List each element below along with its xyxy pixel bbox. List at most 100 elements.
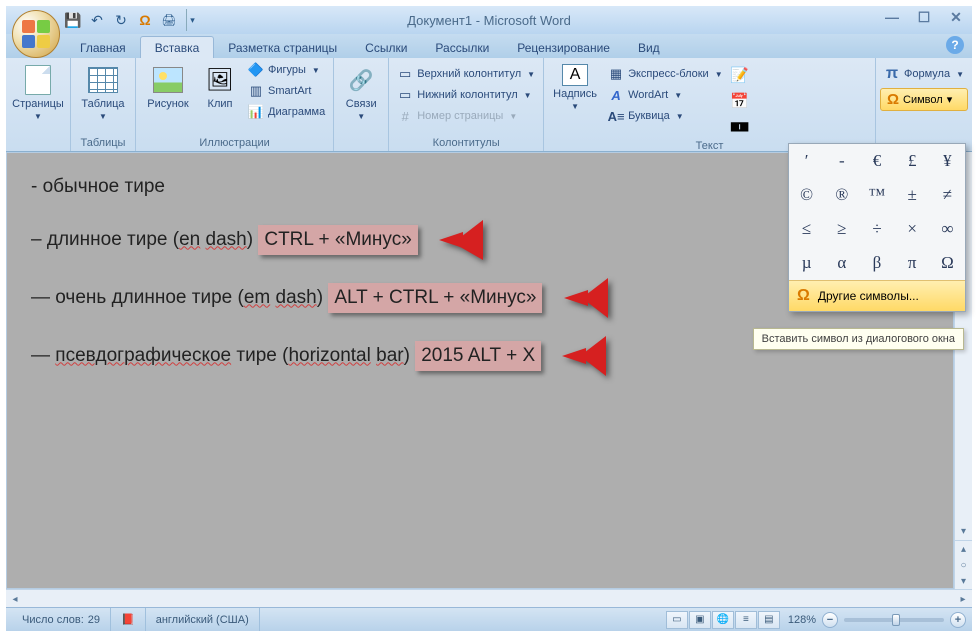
signature-line-button[interactable]: 📝 <box>729 64 751 86</box>
symbol-cell[interactable]: Ω <box>930 246 965 280</box>
symbol-cell[interactable]: ʹ <box>789 144 824 178</box>
t: очень длинное тире ( <box>55 287 244 308</box>
scroll-right-button[interactable]: ▸ <box>954 590 972 608</box>
t: тире ( <box>231 345 288 366</box>
symbol-cell[interactable]: ® <box>824 178 859 212</box>
table-button[interactable]: Таблица ▼ <box>75 60 131 125</box>
word-count[interactable]: Число слов: 29 <box>12 608 111 631</box>
symbol-cell[interactable]: π <box>895 246 930 280</box>
tab-home[interactable]: Главная <box>66 37 140 58</box>
scroll-down-button[interactable]: ▾ <box>955 522 972 540</box>
zoom-out-button[interactable]: − <box>822 612 838 628</box>
symbol-cell[interactable]: α <box>824 246 859 280</box>
pagenumber-button[interactable]: #Номер страницы▼ <box>393 106 539 126</box>
browse-object-button[interactable]: ○ <box>955 557 972 573</box>
maximize-button[interactable]: ☐ <box>912 8 936 26</box>
office-button[interactable] <box>12 10 60 58</box>
minimize-button[interactable]: — <box>880 8 904 26</box>
print-layout-view[interactable]: ▭ <box>666 611 688 629</box>
fullscreen-view[interactable]: ▣ <box>689 611 711 629</box>
symbol-qat-button[interactable]: Ω <box>134 9 156 31</box>
t: horizontal <box>288 345 370 366</box>
symbol-cell[interactable]: ± <box>895 178 930 212</box>
zoom-in-button[interactable]: + <box>950 612 966 628</box>
pages-button[interactable]: Страницы ▼ <box>10 60 66 125</box>
textbox-button[interactable]: A Надпись ▼ <box>548 60 602 115</box>
symbol-cell[interactable]: µ <box>789 246 824 280</box>
horizontal-scrollbar[interactable]: ◂ ▸ <box>6 589 972 607</box>
hscroll-track[interactable] <box>24 590 954 607</box>
symbol-cell[interactable]: ∞ <box>930 212 965 246</box>
red-arrow-icon <box>556 336 606 376</box>
footer-button[interactable]: ▭Нижний колонтитул▼ <box>393 85 539 105</box>
wordart-label: WordArt <box>628 89 668 101</box>
picture-icon <box>152 64 184 96</box>
clip-button[interactable]: 🖼 Клип <box>198 60 242 114</box>
chevron-down-icon: ▼ <box>357 112 365 121</box>
t: dash <box>276 287 317 308</box>
header-button[interactable]: ▭Верхний колонтитул▼ <box>393 64 539 84</box>
symbol-cell[interactable]: ≥ <box>824 212 859 246</box>
dropcap-button[interactable]: A≡Буквица▼ <box>604 106 727 126</box>
symbol-cell[interactable]: ≤ <box>789 212 824 246</box>
qat-customize-dropdown[interactable]: ▾ <box>186 9 198 31</box>
shortcut-ctrl-minus: CTRL + «Минус» <box>258 225 417 256</box>
chart-button[interactable]: 📊Диаграмма <box>244 102 329 122</box>
symbol-cell[interactable]: × <box>895 212 930 246</box>
tab-view[interactable]: Вид <box>624 37 674 58</box>
outline-view[interactable]: ≡ <box>735 611 757 629</box>
status-bar: Число слов: 29 📕 английский (США) ▭ ▣ 🌐 … <box>6 607 972 631</box>
equation-button[interactable]: πФормула▼ <box>880 64 968 84</box>
repeat-button[interactable]: ↻ <box>110 9 132 31</box>
symbol-cell[interactable]: ≠ <box>930 178 965 212</box>
tab-layout[interactable]: Разметка страницы <box>214 37 351 58</box>
wordart-button[interactable]: AWordArt▼ <box>604 85 727 105</box>
help-button[interactable]: ? <box>946 36 964 54</box>
zoom-thumb[interactable] <box>892 614 900 626</box>
dropcap-label: Буквица <box>628 110 670 122</box>
web-layout-view[interactable]: 🌐 <box>712 611 734 629</box>
symbol-cell[interactable]: - <box>824 144 859 178</box>
tab-review[interactable]: Рецензирование <box>503 37 624 58</box>
chevron-down-icon: ▼ <box>571 102 579 111</box>
shapes-button[interactable]: 🔷Фигуры▼ <box>244 60 329 80</box>
group-headerfooter: ▭Верхний колонтитул▼ ▭Нижний колонтитул▼… <box>389 58 544 151</box>
next-page-button[interactable]: ▾ <box>955 573 972 589</box>
symbol-cell[interactable]: ÷ <box>859 212 894 246</box>
close-button[interactable]: ✕ <box>944 8 968 26</box>
symbol-cell[interactable]: € <box>859 144 894 178</box>
save-button[interactable]: 💾 <box>62 9 84 31</box>
tab-insert[interactable]: Вставка <box>140 36 215 58</box>
illus-group-label: Иллюстрации <box>140 135 329 151</box>
symbol-cell[interactable]: © <box>789 178 824 212</box>
print-button[interactable]: 🖨 <box>158 9 180 31</box>
zoom-value[interactable]: 128% <box>788 614 816 626</box>
links-button[interactable]: 🔗 Связи ▼ <box>338 60 384 125</box>
undo-button[interactable]: ↶ <box>86 9 108 31</box>
object-button[interactable]: 🀰 <box>729 116 751 138</box>
draft-view[interactable]: ▤ <box>758 611 780 629</box>
language-button[interactable]: английский (США) <box>146 608 260 631</box>
symbol-cell[interactable]: ¥ <box>930 144 965 178</box>
symbol-cell[interactable]: ™ <box>859 178 894 212</box>
scroll-left-button[interactable]: ◂ <box>6 590 24 608</box>
symbol-cell[interactable]: β <box>859 246 894 280</box>
date-time-button[interactable]: 📅 <box>729 90 751 112</box>
quick-access-toolbar: 💾 ↶ ↻ Ω 🖨 ▾ <box>62 9 198 31</box>
pagenum-icon: # <box>397 108 413 124</box>
shapes-label: Фигуры <box>268 64 306 76</box>
ribbon-tabs: Главная Вставка Разметка страницы Ссылки… <box>6 34 972 58</box>
proofing-button[interactable]: 📕 <box>111 608 146 631</box>
zoom-slider[interactable] <box>844 618 944 622</box>
symbol-cell[interactable]: £ <box>895 144 930 178</box>
prev-page-button[interactable]: ▴ <box>955 541 972 557</box>
header-icon: ▭ <box>397 66 413 82</box>
more-symbols-button[interactable]: Ω Другие символы... <box>789 280 965 311</box>
quickparts-button[interactable]: ▦Экспресс-блоки▼ <box>604 64 727 84</box>
symbol-button[interactable]: ΩСимвол▾ <box>880 88 968 111</box>
tab-mailings[interactable]: Рассылки <box>421 37 503 58</box>
tab-references[interactable]: Ссылки <box>351 37 421 58</box>
smartart-button[interactable]: ▥SmartArt <box>244 81 329 101</box>
chevron-down-icon: ▼ <box>34 112 42 121</box>
picture-button[interactable]: Рисунок <box>140 60 196 114</box>
